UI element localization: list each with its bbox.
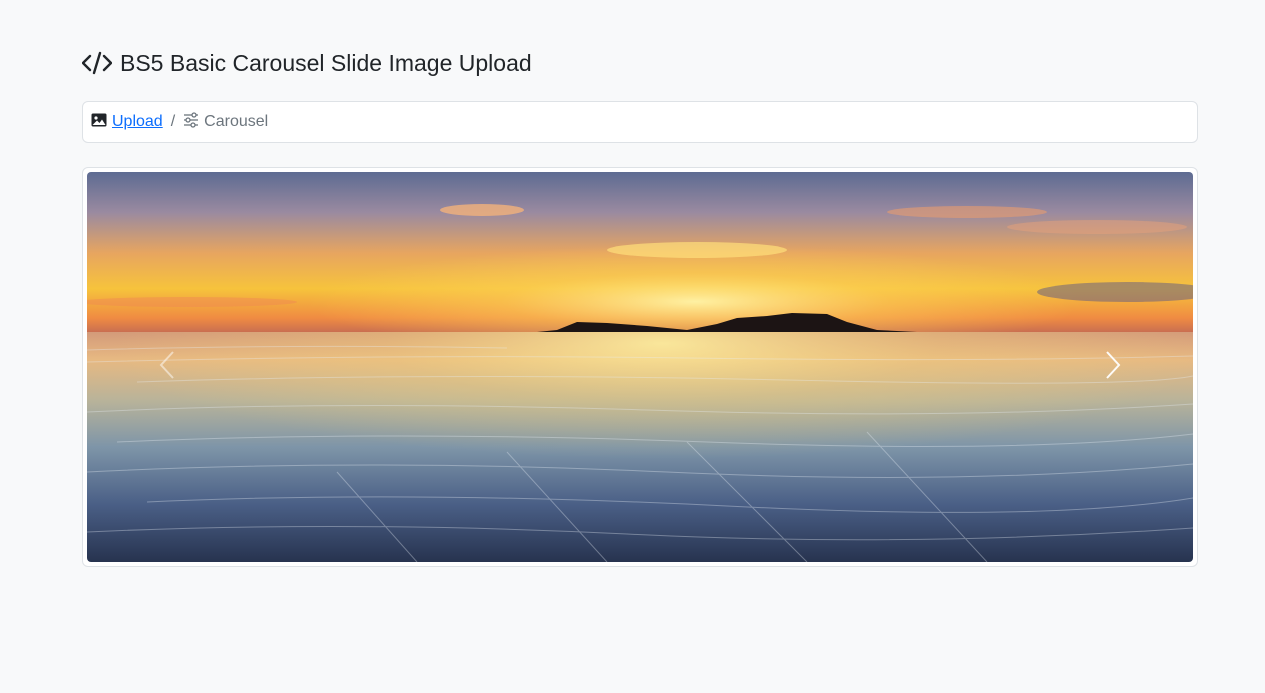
carousel-slide-image: [87, 172, 1193, 562]
chevron-right-icon: [1104, 350, 1122, 385]
sliders-icon: [183, 111, 199, 133]
page-title-text: BS5 Basic Carousel Slide Image Upload: [120, 50, 532, 76]
carousel-next-button[interactable]: [1033, 172, 1193, 562]
page-title: BS5 Basic Carousel Slide Image Upload: [82, 48, 532, 78]
breadcrumb-item-carousel: Carousel: [183, 111, 269, 133]
image-icon: [91, 112, 107, 133]
breadcrumb: Upload / Carousel: [82, 101, 1198, 143]
carousel[interactable]: [87, 172, 1193, 562]
code-icon: [82, 51, 112, 75]
carousel-prev-button[interactable]: [87, 172, 247, 562]
carousel-card: [82, 167, 1198, 567]
breadcrumb-item-upload[interactable]: Upload: [91, 112, 163, 133]
chevron-left-icon: [158, 350, 176, 385]
breadcrumb-label-carousel: Carousel: [204, 113, 269, 130]
breadcrumb-separator: /: [170, 113, 176, 130]
breadcrumb-link-upload[interactable]: Upload: [112, 113, 163, 131]
